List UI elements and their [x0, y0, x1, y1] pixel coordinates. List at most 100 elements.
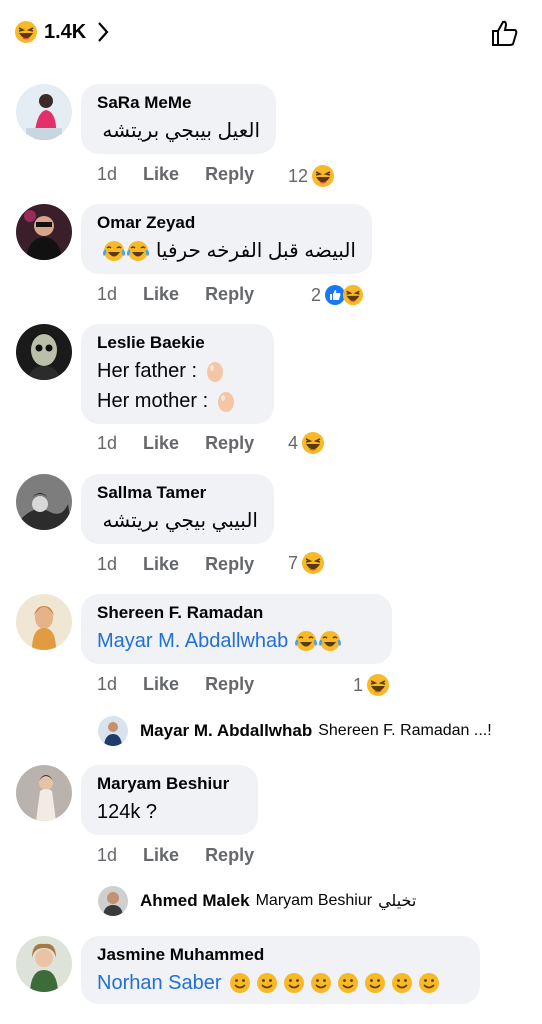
- reply-preview[interactable]: Mayar M. Abdallwhab Shereen F. Ramadan .…: [98, 716, 492, 746]
- smiley-emoji-icon: [229, 973, 250, 993]
- avatar[interactable]: [16, 474, 72, 530]
- reply-button[interactable]: Reply: [205, 554, 254, 575]
- avatar[interactable]: [16, 936, 72, 992]
- smiley-emoji-icon: [337, 973, 358, 993]
- comment-text-line: Norhan Saber: [97, 969, 464, 997]
- comment-time: 1d: [97, 674, 118, 694]
- reply-button[interactable]: Reply: [205, 164, 254, 185]
- comment-text: البيضه قبل الفرخه حرفيا: [97, 237, 356, 265]
- reply-author-name[interactable]: Mayar M. Abdallwhab: [140, 721, 312, 741]
- tears-of-joy-emoji-icon: [318, 629, 342, 653]
- comment-time: 1d: [97, 284, 118, 304]
- comment-text: 124k ?: [97, 801, 158, 823]
- reaction-number: 2: [311, 284, 322, 305]
- reaction-count-badge[interactable]: 7: [288, 551, 325, 575]
- comment-time: 1d: [97, 433, 118, 453]
- reaction-count-badge[interactable]: 1: [353, 673, 390, 697]
- haha-emoji-icon: [342, 284, 364, 306]
- egg-emoji-icon: [216, 389, 236, 413]
- reaction-number: 7: [288, 552, 299, 573]
- tears-of-joy-emoji-icon: [102, 239, 126, 263]
- reply-button[interactable]: Reply: [205, 433, 254, 454]
- reply-avatar[interactable]: [98, 716, 128, 746]
- commenter-name[interactable]: Omar Zeyad: [97, 213, 356, 233]
- comment-text: البيبي بيجي بريتشه: [102, 510, 259, 532]
- comment-actions: 1d Like Reply: [97, 845, 280, 866]
- comment-bubble[interactable]: Maryam Beshiur 124k ?: [81, 765, 258, 835]
- reply-text: تخيلي: [378, 893, 417, 910]
- haha-emoji-icon: [311, 164, 335, 188]
- comment-text-arabic: البيضه قبل الفرخه حرفيا: [155, 240, 356, 262]
- reply-author-name[interactable]: Ahmed Malek: [140, 891, 250, 911]
- reactions-summary[interactable]: 1.4K: [14, 20, 110, 44]
- like-button[interactable]: Like: [143, 554, 179, 575]
- chevron-right-icon[interactable]: [96, 21, 110, 43]
- comment-actions: 1d Like Reply: [97, 284, 280, 305]
- reaction-count-badge[interactable]: 4: [288, 431, 325, 455]
- like-button[interactable]: Like: [143, 845, 179, 866]
- commenter-name[interactable]: Maryam Beshiur: [97, 774, 242, 794]
- avatar[interactable]: [16, 324, 72, 380]
- reaction-count-badge[interactable]: 12: [288, 164, 335, 188]
- comment-actions: 1d Like Reply: [97, 554, 280, 575]
- comment-text: العيل بيبجي بريتشه: [102, 120, 260, 142]
- commenter-name[interactable]: Shereen F. Ramadan: [97, 603, 376, 623]
- comment-text-line: Her mother :: [97, 387, 258, 415]
- reply-preview[interactable]: Ahmed Malek Maryam Beshiur تخيلي: [98, 886, 416, 916]
- avatar[interactable]: [16, 765, 72, 821]
- smiley-emoji-icon: [310, 973, 331, 993]
- like-button[interactable]: Like: [143, 164, 179, 185]
- haha-emoji-icon: [301, 431, 325, 455]
- comment-text: Her mother :: [97, 390, 209, 412]
- reply-text: Shereen F. Ramadan ...!: [318, 722, 492, 739]
- comment-bubble[interactable]: Omar Zeyad البيضه قبل الفرخه حرفيا: [81, 204, 372, 274]
- tears-of-joy-emoji-icon: [294, 629, 318, 653]
- reply-mention[interactable]: Maryam Beshiur: [256, 892, 372, 910]
- egg-emoji-icon: [205, 359, 225, 383]
- comment-text-line: Mayar M. Abdallwhab: [97, 627, 376, 655]
- reaction-count-badge[interactable]: 2: [311, 284, 364, 306]
- smiley-emoji-row: [228, 971, 441, 995]
- avatar[interactable]: [16, 594, 72, 650]
- like-button[interactable]: Like: [143, 674, 179, 695]
- commenter-name[interactable]: SaRa MeMe: [97, 93, 260, 113]
- smiley-emoji-icon: [364, 973, 385, 993]
- reaction-count: 1.4K: [44, 20, 87, 43]
- comment-text: Her father :: [97, 360, 198, 382]
- comment-actions: 1d Like Reply: [97, 674, 280, 695]
- comment-bubble[interactable]: Jasmine Muhammed Norhan Saber: [81, 936, 480, 1004]
- smiley-emoji-icon: [418, 973, 439, 993]
- reply-button[interactable]: Reply: [205, 284, 254, 305]
- reaction-number: 12: [288, 165, 309, 186]
- commenter-name[interactable]: Sallma Tamer: [97, 483, 258, 503]
- comment-time: 1d: [97, 845, 118, 865]
- comment-actions: 1d Like Reply: [97, 164, 280, 185]
- thumbs-up-icon[interactable]: [490, 18, 520, 48]
- avatar[interactable]: [16, 204, 72, 260]
- comment-actions: 1d Like Reply: [97, 433, 280, 454]
- comment-bubble[interactable]: Leslie Baekie Her father : Her mother :: [81, 324, 274, 424]
- reactions-header: 1.4K: [0, 0, 542, 66]
- like-button[interactable]: Like: [143, 284, 179, 305]
- tears-of-joy-emoji-icon: [126, 239, 150, 263]
- reaction-number: 1: [353, 674, 364, 695]
- reply-button[interactable]: Reply: [205, 674, 254, 695]
- comment-time: 1d: [97, 554, 118, 574]
- mention-tag[interactable]: Norhan Saber: [97, 969, 222, 997]
- smiley-emoji-icon: [391, 973, 412, 993]
- commenter-name[interactable]: Jasmine Muhammed: [97, 945, 464, 965]
- reply-avatar[interactable]: [98, 886, 128, 916]
- reaction-number: 4: [288, 432, 299, 453]
- smiley-emoji-icon: [256, 973, 277, 993]
- reply-button[interactable]: Reply: [205, 845, 254, 866]
- haha-emoji-icon: [366, 673, 390, 697]
- comment-bubble[interactable]: SaRa MeMe العيل بيبجي بريتشه: [81, 84, 276, 154]
- avatar[interactable]: [16, 84, 72, 140]
- mention-tag[interactable]: Mayar M. Abdallwhab: [97, 627, 288, 655]
- haha-emoji-icon: [301, 551, 325, 575]
- like-button[interactable]: Like: [143, 433, 179, 454]
- commenter-name[interactable]: Leslie Baekie: [97, 333, 258, 353]
- comment-bubble[interactable]: Sallma Tamer البيبي بيجي بريتشه: [81, 474, 274, 544]
- comment-bubble[interactable]: Shereen F. Ramadan Mayar M. Abdallwhab: [81, 594, 392, 664]
- comment-time: 1d: [97, 164, 118, 184]
